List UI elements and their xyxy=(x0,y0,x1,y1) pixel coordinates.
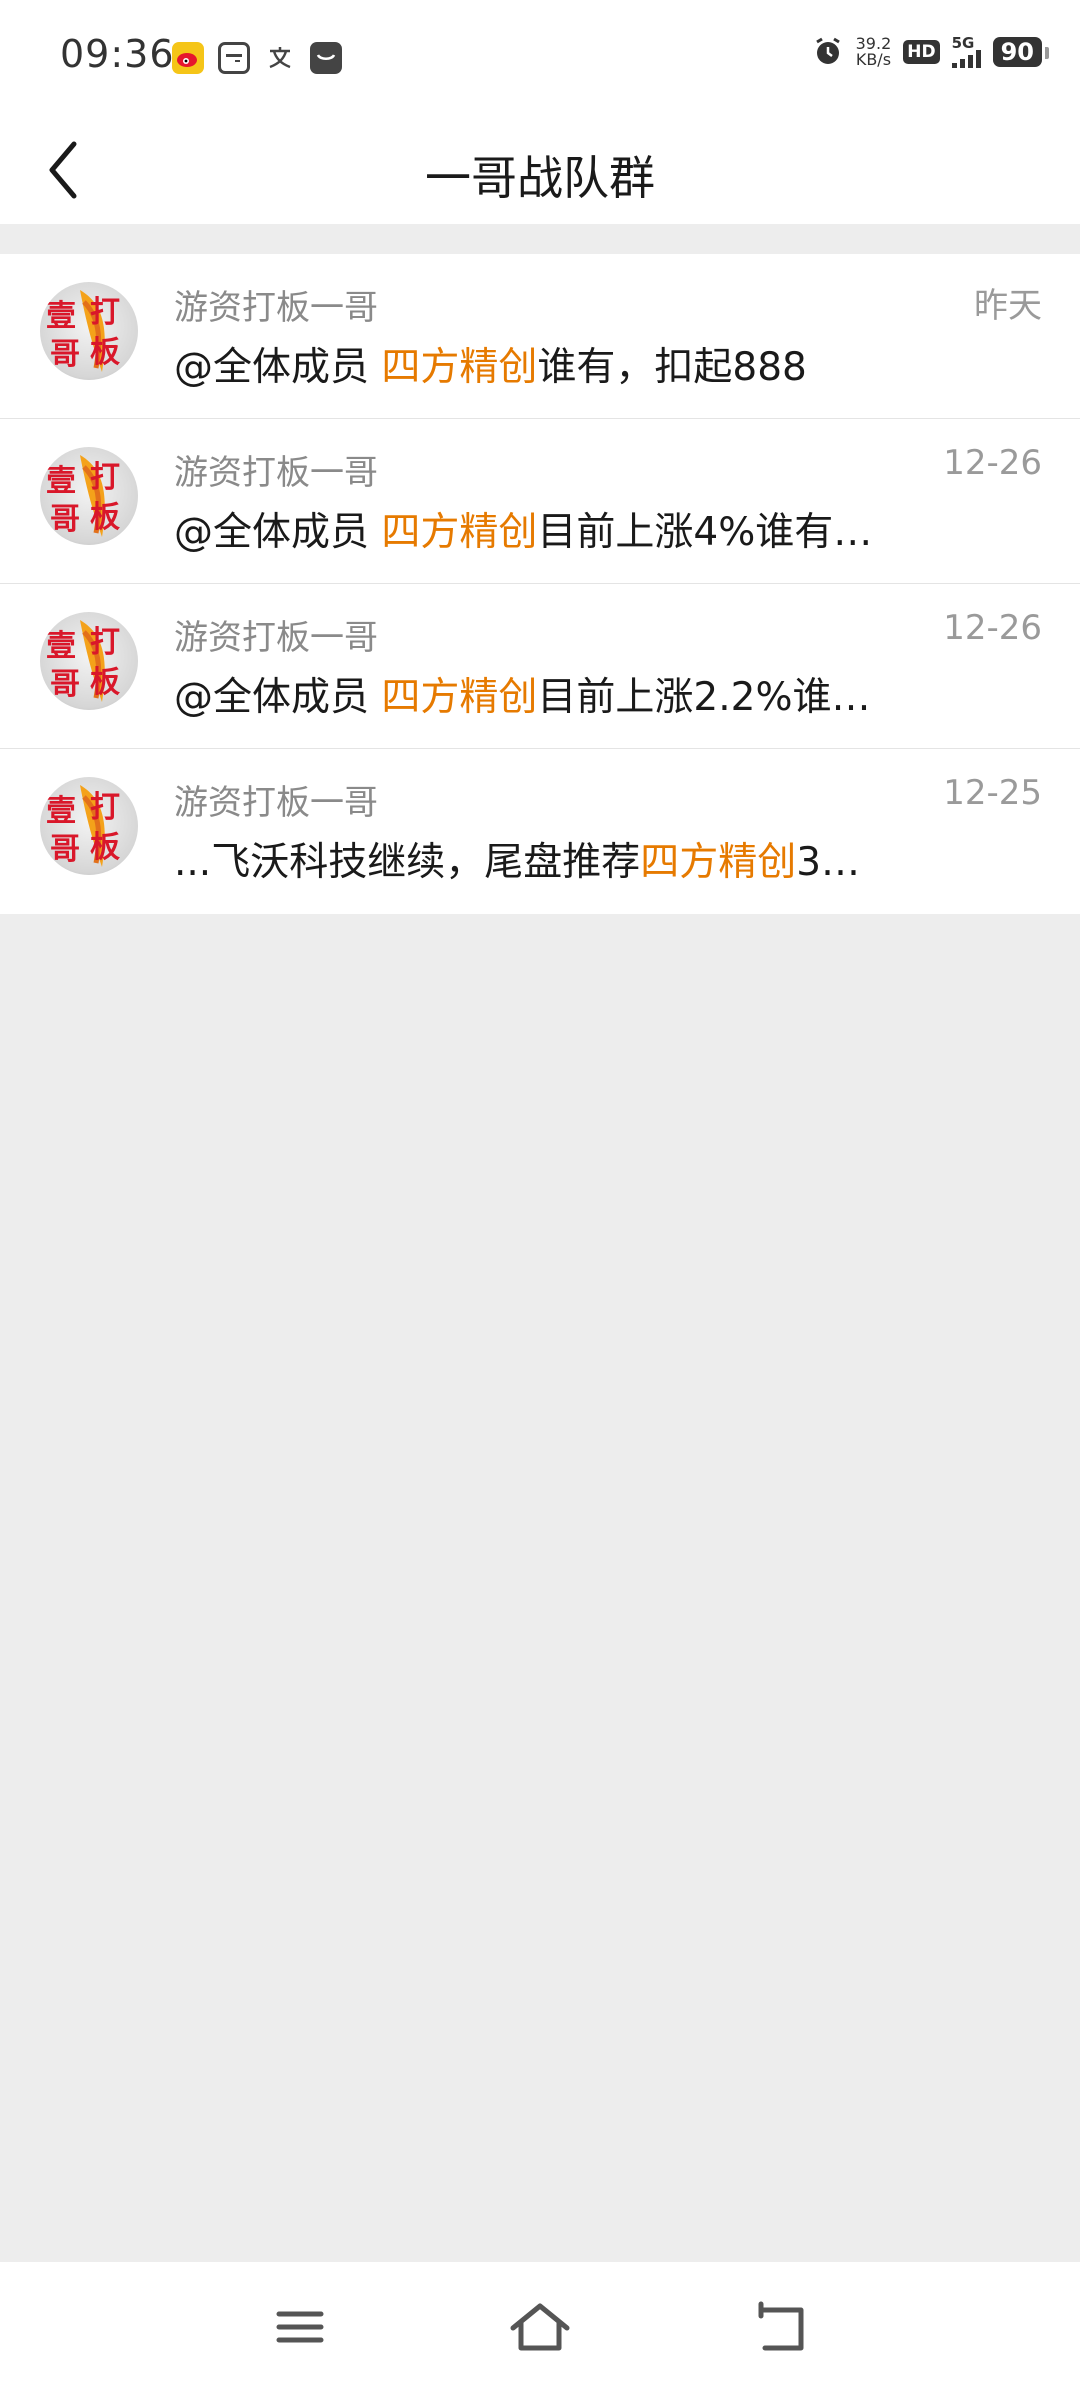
avatar-text-4: 板 xyxy=(90,665,120,700)
status-system-icons: 39.2 KB/s HD 5G 90 xyxy=(812,34,1050,68)
weibo-icon xyxy=(172,42,204,74)
sender-name: 游资打板一哥 xyxy=(174,783,378,823)
avatar-text-1: 壹 xyxy=(46,794,76,829)
message-preview: @全体成员 四方精创目前上涨2.2%谁… xyxy=(174,666,914,722)
return-icon xyxy=(758,2301,804,2351)
net-speed: 39.2 KB/s xyxy=(856,36,892,68)
chat-header: 一哥战队群 xyxy=(0,116,1080,224)
avatar-text-3: 哥 xyxy=(50,502,80,537)
avatar: 壹 打 哥 板 xyxy=(40,282,138,380)
status-bar: 09:36 39.2 KB/s HD 5G 90 xyxy=(0,0,1080,116)
list-item[interactable]: 壹 打 哥 板 游资打板一哥 12-26 @全体成员 四方精创目前上涨4%谁有… xyxy=(0,419,1080,584)
message-list: 壹 打 哥 板 游资打板一哥 昨天 @全体成员 四方精创谁有，扣起888 壹 打… xyxy=(0,254,1080,914)
preview-prefix: @全体成员 xyxy=(174,675,382,720)
message-preview: @全体成员 四方精创谁有，扣起888 xyxy=(174,336,914,392)
sender-name: 游资打板一哥 xyxy=(174,288,378,328)
message-time: 昨天 xyxy=(974,286,1042,326)
translate-icon xyxy=(264,42,296,74)
net-speed-unit: KB/s xyxy=(855,50,892,69)
message-preview: @全体成员 四方精创目前上涨4%谁有… xyxy=(174,501,914,557)
menu-button[interactable] xyxy=(265,2292,335,2362)
message-time: 12-26 xyxy=(943,608,1042,648)
avatar-text-3: 哥 xyxy=(50,667,80,702)
preview-highlight: 四方精创 xyxy=(381,345,538,390)
message-preview: ...飞沃科技继续，尾盘推荐四方精创3… xyxy=(174,831,914,887)
battery-indicator: 90 xyxy=(992,37,1050,67)
avatar-text-1: 壹 xyxy=(46,629,76,664)
avatar-text-2: 打 xyxy=(90,625,120,660)
avatar-text-3: 哥 xyxy=(50,832,80,867)
preview-suffix: 3… xyxy=(796,840,861,885)
sender-name: 游资打板一哥 xyxy=(174,618,378,658)
preview-prefix: @全体成员 xyxy=(174,510,382,555)
avatar-text-1: 壹 xyxy=(46,464,76,499)
wallet-icon xyxy=(218,42,250,74)
list-item[interactable]: 壹 打 哥 板 游资打板一哥 昨天 @全体成员 四方精创谁有，扣起888 xyxy=(0,254,1080,419)
preview-prefix: @全体成员 xyxy=(174,345,382,390)
preview-highlight: 四方精创 xyxy=(381,675,538,720)
list-item[interactable]: 壹 打 哥 板 游资打板一哥 12-26 @全体成员 四方精创目前上涨2.2%谁… xyxy=(0,584,1080,749)
page-title: 一哥战队群 xyxy=(425,151,655,205)
network-type: 5G xyxy=(951,34,975,52)
preview-suffix: 目前上涨4%谁有… xyxy=(537,510,873,555)
home-button[interactable] xyxy=(505,2292,575,2362)
sender-name: 游资打板一哥 xyxy=(174,453,378,493)
taobao-icon xyxy=(310,42,342,74)
alarm-icon xyxy=(815,37,840,64)
avatar: 壹 打 哥 板 xyxy=(40,612,138,710)
home-icon xyxy=(510,2303,570,2351)
message-time: 12-25 xyxy=(943,773,1042,813)
avatar: 壹 打 哥 板 xyxy=(40,777,138,875)
preview-suffix: 目前上涨2.2%谁… xyxy=(537,675,871,720)
list-item[interactable]: 壹 打 哥 板 游资打板一哥 12-25 ...飞沃科技继续，尾盘推荐四方精创3… xyxy=(0,749,1080,914)
hd-badge: HD xyxy=(903,40,940,64)
preview-highlight: 四方精创 xyxy=(640,840,797,885)
avatar-text-4: 板 xyxy=(90,500,120,535)
preview-prefix: ...飞沃科技继续，尾盘推荐 xyxy=(174,840,641,885)
avatar-text-2: 打 xyxy=(90,295,120,330)
avatar-text-1: 壹 xyxy=(46,299,76,334)
system-nav-bar xyxy=(0,2262,1080,2388)
avatar-text-2: 打 xyxy=(90,790,120,825)
back-nav-button[interactable] xyxy=(745,2292,815,2362)
preview-suffix: 谁有，扣起888 xyxy=(537,345,807,390)
avatar: 壹 打 哥 板 xyxy=(40,447,138,545)
avatar-text-4: 板 xyxy=(90,335,120,370)
signal-icon xyxy=(951,50,981,68)
avatar-text-4: 板 xyxy=(90,830,120,865)
preview-highlight: 四方精创 xyxy=(381,510,538,555)
menu-icon xyxy=(276,2311,324,2343)
avatar-text-3: 哥 xyxy=(50,337,80,372)
message-time: 12-26 xyxy=(943,443,1042,483)
status-time: 09:36 xyxy=(60,32,175,76)
status-notification-icons xyxy=(172,42,342,74)
avatar-text-2: 打 xyxy=(90,460,120,495)
